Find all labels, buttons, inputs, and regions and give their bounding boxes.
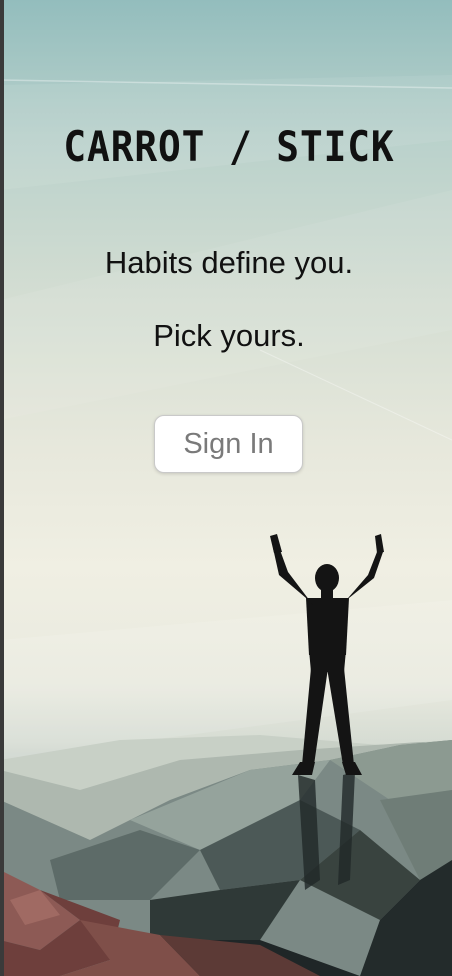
sign-in-button[interactable]: Sign In: [154, 415, 303, 473]
app-title: CARROT / STICK: [63, 122, 395, 171]
tagline-line-1: Habits define you.: [104, 245, 354, 280]
window-edge: [0, 0, 4, 976]
welcome-screen: CARROT / STICK Habits define you. Pick y…: [0, 0, 452, 976]
tagline-line-2: Pick yours.: [153, 318, 305, 353]
